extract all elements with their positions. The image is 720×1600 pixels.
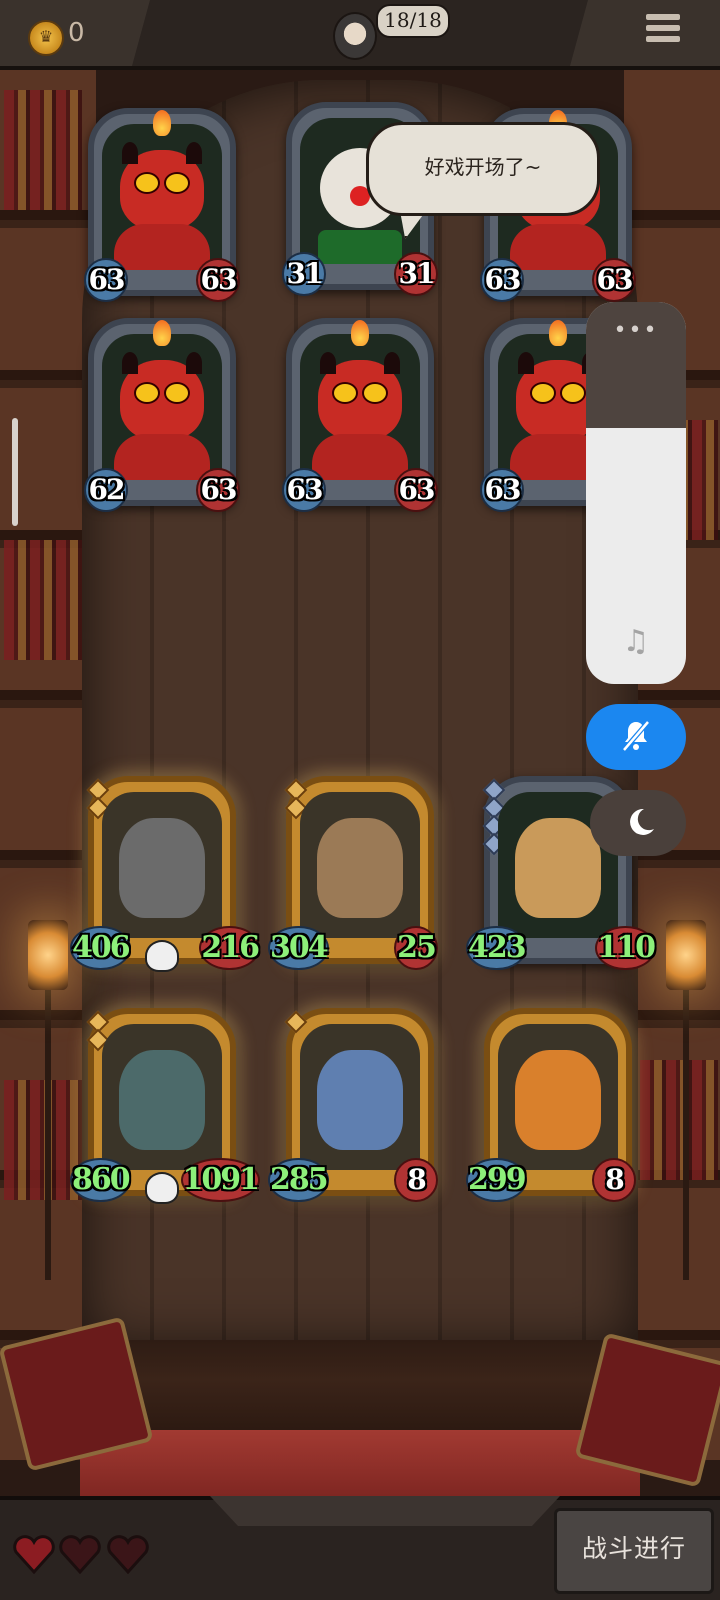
lantern-right xyxy=(666,920,706,990)
energy-counter: 18/18 xyxy=(376,4,450,38)
skull-icon xyxy=(145,940,179,972)
attack-stat: 31 xyxy=(282,252,326,296)
bottom-ramp xyxy=(210,1496,560,1526)
health-stat: 8 xyxy=(394,1158,438,1202)
pumpkin-head-portrait xyxy=(498,1024,618,1170)
enemy-unit-card[interactable]: 63 63 xyxy=(84,108,240,302)
health-stat: 31 xyxy=(394,252,438,296)
opponent-avatar[interactable] xyxy=(333,12,377,60)
health-stat: 216 xyxy=(199,926,260,970)
lantern-left xyxy=(28,920,68,990)
night-mode-button[interactable] xyxy=(590,790,686,856)
elf-sorceress-portrait xyxy=(300,1024,420,1170)
flame-icon xyxy=(153,110,171,136)
moon-icon xyxy=(630,808,654,835)
bookshelf-books xyxy=(4,90,82,210)
iron-golem-portrait xyxy=(102,1024,222,1170)
attack-stat: 285 xyxy=(268,1158,329,1202)
bookshelf-books xyxy=(640,1060,718,1180)
game-screen: ♛ 0 18/18 63 63 31 31 63 63 62 63 63 63 … xyxy=(0,0,720,1600)
red-devil-portrait xyxy=(102,334,222,480)
flame-icon xyxy=(549,320,567,346)
panel-header[interactable]: ••• xyxy=(586,302,686,428)
player-unit-card[interactable]: 285 8 xyxy=(268,1008,438,1202)
skull-icon xyxy=(145,1172,179,1204)
health-stat: 63 xyxy=(592,258,636,302)
player-unit-card[interactable]: 860 1091 xyxy=(70,1008,260,1204)
attack-stat: 63 xyxy=(84,258,128,302)
heart-icon xyxy=(13,1535,55,1574)
mute-toggle-button[interactable] xyxy=(586,704,686,770)
lamp-post-left xyxy=(45,980,51,1280)
flame-icon xyxy=(153,320,171,346)
coin-count: 0 xyxy=(68,18,85,48)
menu-panel xyxy=(570,0,720,66)
health-stat: 63 xyxy=(196,258,240,302)
attack-stat: 62 xyxy=(84,468,128,512)
attack-stat: 299 xyxy=(466,1158,527,1202)
red-devil-portrait xyxy=(102,124,222,270)
heart-icon xyxy=(107,1535,149,1574)
robot-portrait xyxy=(102,792,222,938)
bookshelf-books xyxy=(4,540,82,660)
lamp-post-right xyxy=(683,980,689,1280)
attack-stat: 63 xyxy=(282,468,326,512)
attack-stat: 406 xyxy=(70,926,131,970)
player-unit-card[interactable]: 299 8 xyxy=(466,1008,636,1202)
enemy-unit-card[interactable]: 62 63 xyxy=(84,318,240,512)
health-stat: 63 xyxy=(196,468,240,512)
flame-icon xyxy=(351,320,369,346)
hamburger-menu-icon[interactable] xyxy=(646,14,680,50)
fight-in-progress-button[interactable]: 战斗进行 xyxy=(554,1508,714,1594)
speech-bubble: 好戏开场了~ xyxy=(366,122,600,216)
attack-stat: 304 xyxy=(268,926,329,970)
music-note-icon[interactable]: ♫ xyxy=(620,624,652,660)
player-unit-card[interactable]: 406 216 xyxy=(70,776,260,972)
red-devil-portrait xyxy=(300,334,420,480)
attack-stat: 860 xyxy=(70,1158,131,1202)
health-stat: 63 xyxy=(394,468,438,512)
attack-stat: 63 xyxy=(480,258,524,302)
health-stat: 8 xyxy=(592,1158,636,1202)
more-options-icon[interactable]: ••• xyxy=(586,318,686,343)
stage-steps xyxy=(90,1340,630,1440)
health-stat: 110 xyxy=(595,926,656,970)
player-unit-card[interactable]: 304 25 xyxy=(268,776,438,970)
enemy-unit-card[interactable]: 63 63 xyxy=(282,318,438,512)
crown-coin-icon: ♛ xyxy=(28,20,64,56)
heart-icon xyxy=(59,1535,101,1574)
side-handle[interactable] xyxy=(12,418,18,526)
attack-stat: 423 xyxy=(466,926,527,970)
floating-control-panel: ••• ♫ xyxy=(586,302,686,684)
health-stat: 25 xyxy=(394,926,438,970)
health-stat: 1091 xyxy=(180,1158,260,1202)
top-bar: ♛ 0 18/18 xyxy=(0,0,720,70)
bell-off-icon xyxy=(622,720,650,752)
attack-stat: 63 xyxy=(480,468,524,512)
treant-portrait xyxy=(300,792,420,938)
